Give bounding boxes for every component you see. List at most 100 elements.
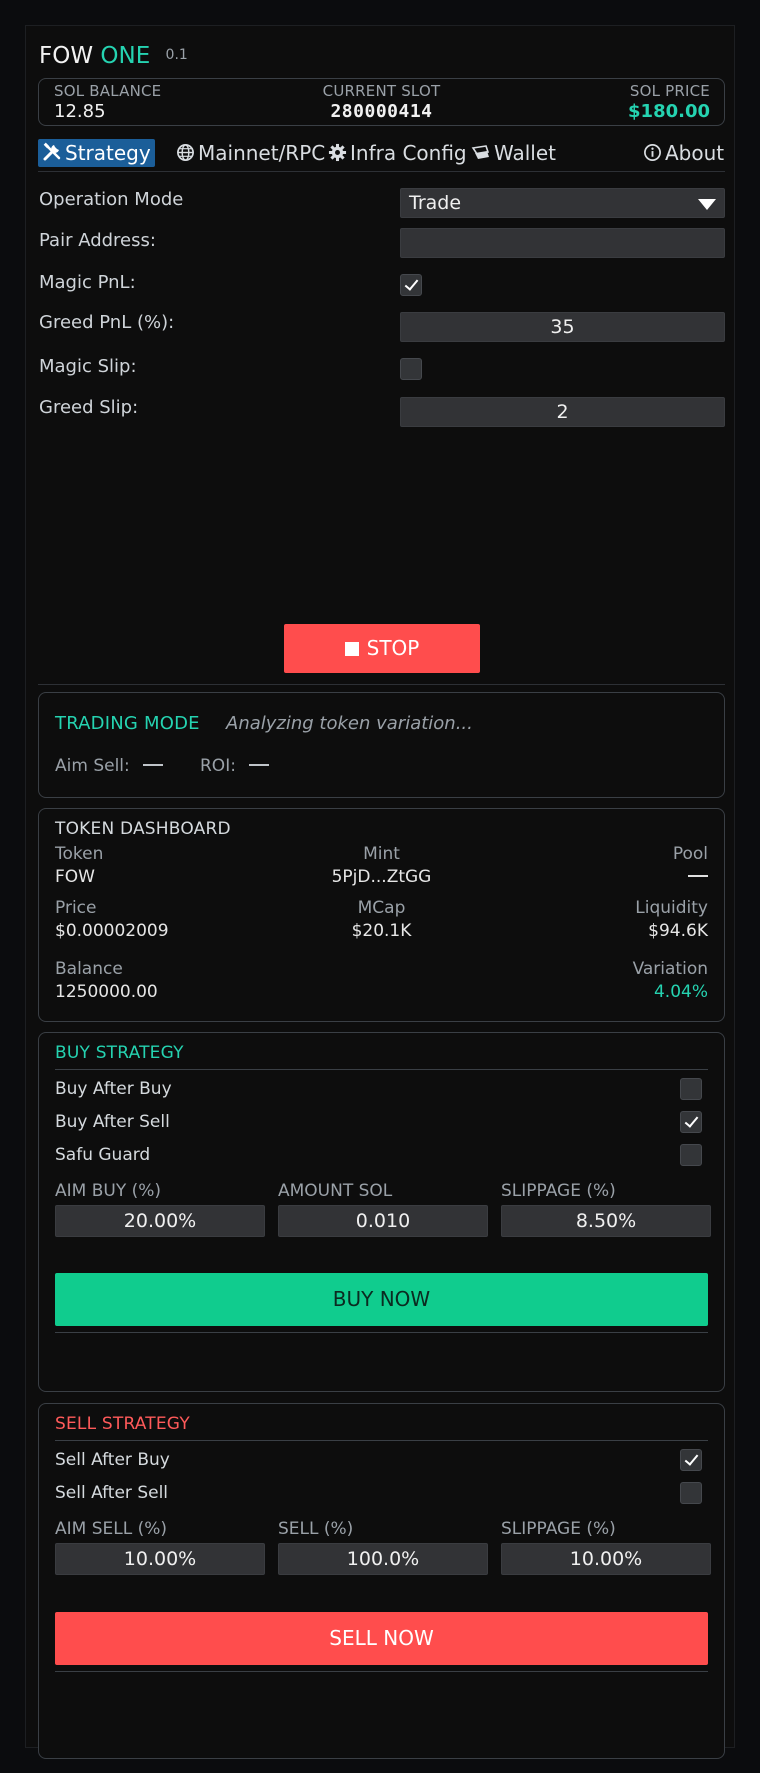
aim-sell-input[interactable]: 10.00%: [55, 1543, 265, 1575]
safu-guard-label: Safu Guard: [55, 1145, 151, 1165]
info-icon: [644, 144, 661, 161]
divider: [55, 1671, 708, 1672]
tab-strategy[interactable]: Strategy: [38, 139, 155, 167]
app-name: FOW: [39, 43, 94, 69]
stat-value: 280000414: [330, 101, 433, 122]
balance-label: Balance: [55, 959, 123, 979]
aim-sell-percent-label: AIM SELL (%): [55, 1519, 168, 1539]
tab-wallet[interactable]: Wallet: [467, 139, 560, 167]
aim-buy-input[interactable]: 20.00%: [55, 1205, 265, 1237]
buy-strategy-title: BUY STRATEGY: [55, 1043, 184, 1063]
buy-slippage-input[interactable]: 8.50%: [501, 1205, 711, 1237]
stop-label: STOP: [366, 636, 420, 660]
tab-infra-config[interactable]: Infra Config: [324, 139, 471, 167]
greed-slip-label: Greed Slip:: [39, 397, 139, 418]
buy-now-button[interactable]: BUY NOW: [55, 1273, 708, 1326]
tab-label: Infra Config: [350, 141, 467, 165]
liquidity-label: Liquidity: [635, 898, 708, 918]
buy-slippage-label: SLIPPAGE (%): [501, 1181, 616, 1201]
trading-mode-panel: TRADING MODE Analyzing token variation..…: [38, 692, 725, 798]
sell-slippage-label: SLIPPAGE (%): [501, 1519, 616, 1539]
mcap-label: MCap: [357, 898, 406, 918]
greed-slip-input[interactable]: 2: [400, 397, 725, 427]
gear-icon: [328, 143, 347, 162]
app-version: 0.1: [165, 47, 188, 63]
stat-value: $180.00: [628, 101, 710, 122]
sell-slippage-input[interactable]: 10.00%: [501, 1543, 711, 1575]
stop-square-icon: [344, 642, 359, 656]
sell-after-buy-checkbox[interactable]: [680, 1449, 702, 1471]
amount-sol-input[interactable]: 0.010: [278, 1205, 488, 1237]
tools-icon: [43, 142, 61, 161]
greed-pnl-input[interactable]: 35: [400, 312, 725, 342]
mint-label: Mint: [363, 844, 400, 864]
stats-bar: SOL BALANCE 12.85 CURRENT SLOT 280000414…: [38, 78, 725, 126]
sell-after-sell-checkbox[interactable]: [680, 1482, 702, 1504]
safu-guard-checkbox[interactable]: [680, 1144, 702, 1166]
chevron-down-icon: [698, 199, 716, 210]
empty-dash: [688, 875, 708, 877]
tab-label: Mainnet/RPC: [198, 141, 326, 165]
stat-label: CURRENT SLOT: [322, 82, 441, 100]
sell-now-button[interactable]: SELL NOW: [55, 1612, 708, 1665]
pair-address-input[interactable]: [400, 228, 725, 258]
app-name-accent: ONE: [100, 43, 151, 69]
divider: [55, 1069, 708, 1070]
divider: [38, 684, 725, 685]
buy-strategy-panel: BUY STRATEGY Buy After Buy Buy After Sel…: [38, 1032, 725, 1392]
magic-slip-label: Magic Slip:: [39, 356, 137, 377]
pool-empty-value: [688, 867, 708, 887]
buy-after-sell-checkbox[interactable]: [680, 1111, 702, 1133]
sell-percent-label: SELL (%): [278, 1519, 354, 1539]
divider: [55, 1332, 708, 1333]
balance-value: 1250000.00: [55, 982, 158, 1002]
wallet-icon: [471, 145, 490, 159]
aim-sell-label: Aim Sell:: [55, 756, 164, 776]
tab-label: Strategy: [65, 141, 151, 165]
aim-sell-text: Aim Sell:: [55, 756, 130, 776]
operation-mode-select[interactable]: Trade: [400, 188, 725, 218]
sell-after-sell-label: Sell After Sell: [55, 1483, 169, 1503]
mcap-value: $20.1K: [351, 921, 412, 941]
stat-sol-price: SOL PRICE $180.00: [628, 82, 710, 122]
stop-button[interactable]: STOP: [284, 624, 480, 673]
tab-label: Wallet: [494, 141, 557, 165]
roi-text: ROI:: [200, 756, 236, 776]
magic-pnl-checkbox[interactable]: [400, 274, 422, 296]
tab-mainnet-rpc[interactable]: Mainnet/RPC: [172, 139, 329, 167]
aim-buy-label: AIM BUY (%): [55, 1181, 162, 1201]
mint-value: 5PjD...ZtGG: [331, 867, 432, 887]
stat-current-slot: CURRENT SLOT 280000414: [39, 82, 724, 122]
aim-sell-empty-value: [143, 764, 164, 766]
dashboard-title: TOKEN DASHBOARD: [55, 819, 231, 839]
roi-empty-value: [249, 764, 270, 766]
stat-label: SOL PRICE: [629, 82, 710, 100]
divider: [55, 1440, 708, 1441]
tab-label: About: [665, 141, 725, 165]
trading-status: Analyzing token variation...: [226, 713, 473, 734]
buy-after-buy-checkbox[interactable]: [680, 1078, 702, 1100]
amount-sol-label: AMOUNT SOL: [278, 1181, 393, 1201]
sell-strategy-panel: SELL STRATEGY Sell After Buy Sell After …: [38, 1403, 725, 1759]
magic-pnl-label: Magic PnL:: [39, 272, 136, 293]
sell-percent-input[interactable]: 100.0%: [278, 1543, 488, 1575]
pool-label: Pool: [672, 844, 708, 864]
sell-after-buy-label: Sell After Buy: [55, 1450, 170, 1470]
globe-icon: [177, 144, 194, 161]
token-dashboard-panel: TOKEN DASHBOARD Token FOW Mint 5PjD...Zt…: [38, 808, 725, 1022]
variation-label: Variation: [632, 959, 708, 979]
roi-label: ROI:: [200, 756, 270, 776]
app-title: FOW ONE 0.1: [39, 43, 188, 69]
app-window: FOW ONE 0.1 SOL BALANCE 12.85 CURRENT SL…: [25, 25, 735, 1759]
buy-after-sell-label: Buy After Sell: [55, 1112, 170, 1132]
select-value: Trade: [409, 192, 462, 214]
sell-strategy-title: SELL STRATEGY: [55, 1414, 190, 1434]
liquidity-value: $94.6K: [648, 921, 708, 941]
trading-mode-title: TRADING MODE: [55, 713, 200, 734]
buy-after-buy-label: Buy After Buy: [55, 1079, 172, 1099]
tab-bar: Strategy Mainnet/RPC Infra Config Wallet…: [38, 139, 725, 172]
operation-mode-label: Operation Mode: [39, 189, 184, 210]
variation-value: 4.04%: [653, 982, 708, 1002]
tab-about[interactable]: About: [639, 139, 728, 167]
magic-slip-checkbox[interactable]: [400, 358, 422, 380]
